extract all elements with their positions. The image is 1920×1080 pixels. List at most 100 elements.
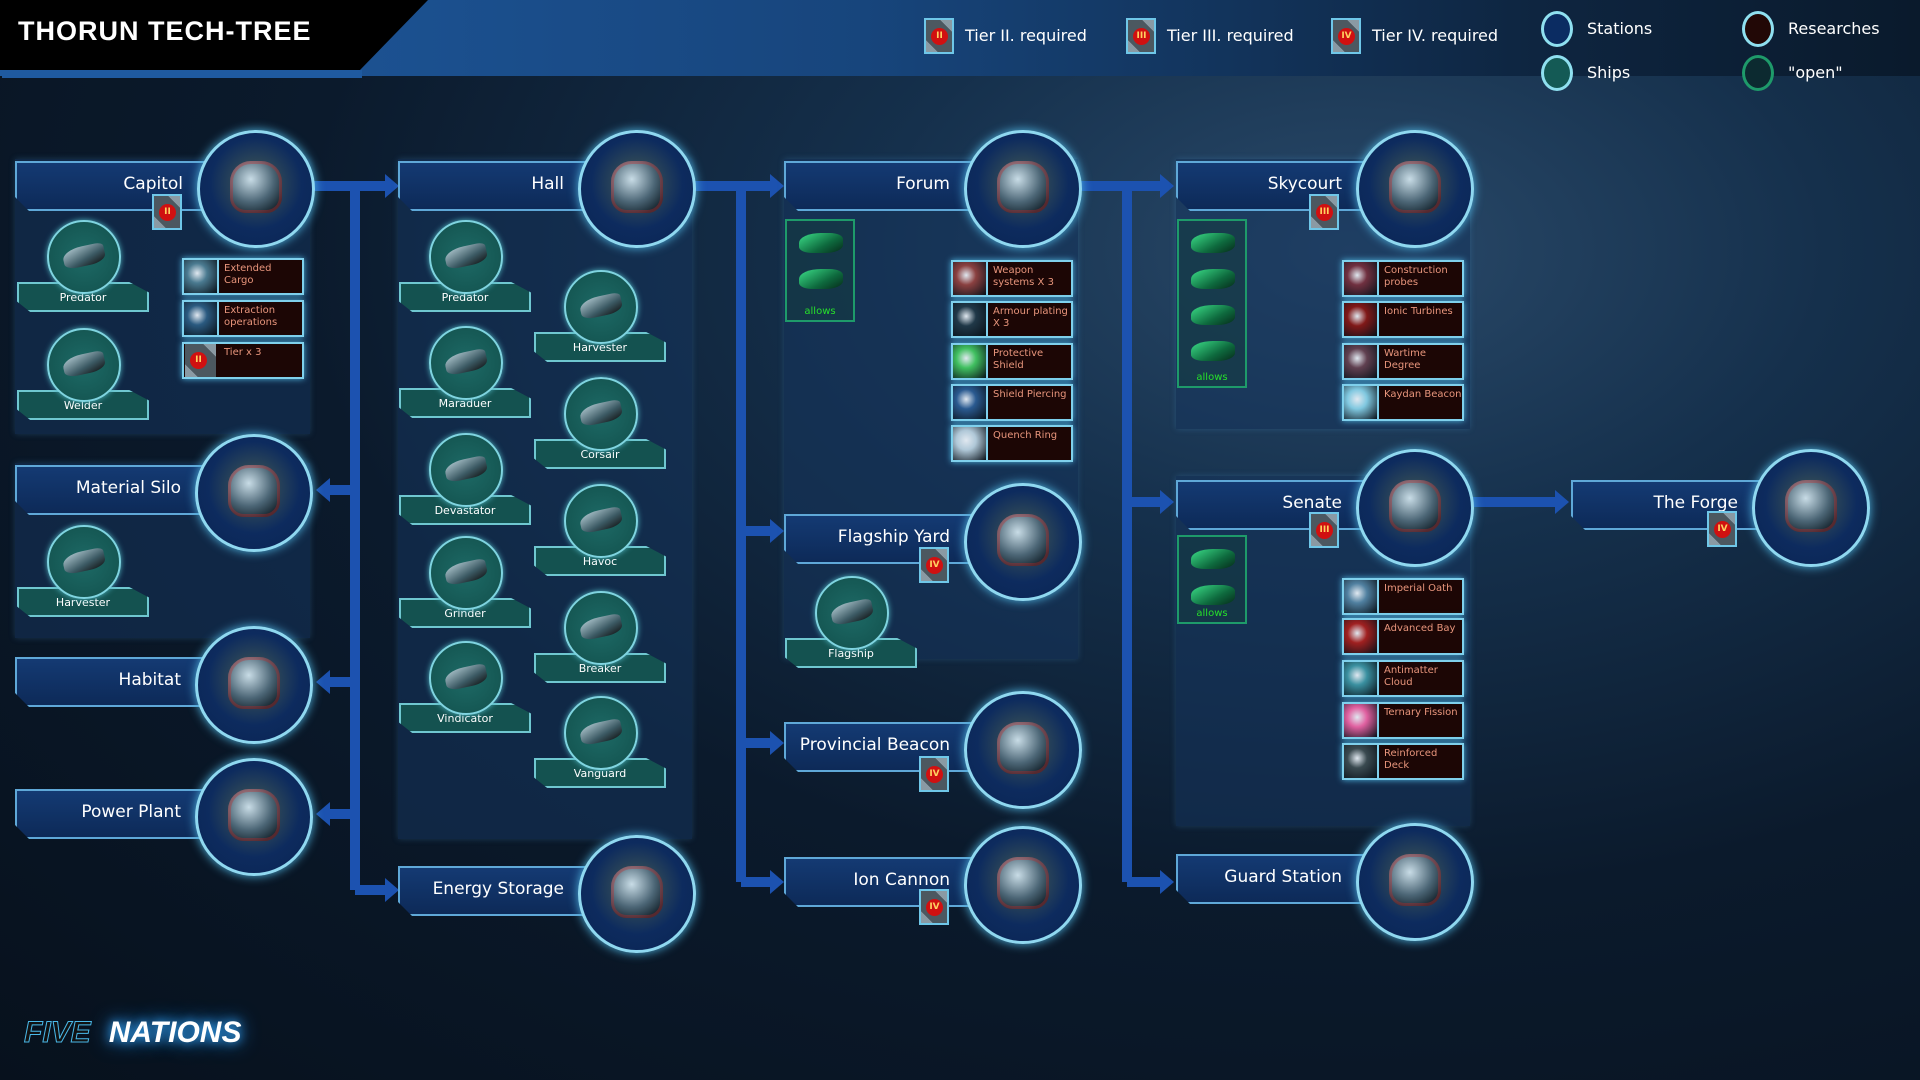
tier-numeral: II xyxy=(931,28,948,45)
station-capitol-image[interactable] xyxy=(197,130,315,248)
station-skycourt-image[interactable] xyxy=(1356,130,1474,248)
research-label: Construction probes xyxy=(1384,265,1448,288)
ship-maraduer[interactable] xyxy=(429,326,503,400)
research-icon xyxy=(953,386,988,419)
legend-type-label: Ships xyxy=(1587,63,1631,82)
research-reinforced-deck[interactable]: Reinforced Deck xyxy=(1342,743,1464,780)
ship-corsair[interactable] xyxy=(564,377,638,451)
research-icon xyxy=(1344,704,1379,737)
allowed-ship-icon xyxy=(799,233,843,253)
ship-breaker[interactable] xyxy=(564,591,638,665)
research-weapon-systems-x-3[interactable]: Weapon systems X 3 xyxy=(951,260,1073,297)
ship-vindicator[interactable] xyxy=(429,641,503,715)
research-icon xyxy=(1344,580,1379,613)
research-ternary-fission[interactable]: Ternary Fission xyxy=(1342,702,1464,739)
ship-harvester[interactable] xyxy=(47,525,121,599)
research-protective-shield[interactable]: Protective Shield xyxy=(951,343,1073,380)
allowed-ship-icon xyxy=(1191,305,1235,325)
ship-havoc[interactable] xyxy=(564,484,638,558)
ship-vanguard[interactable] xyxy=(564,696,638,770)
ship-flagship[interactable] xyxy=(815,576,889,650)
arrow-head-icon xyxy=(1160,174,1174,198)
research-icon xyxy=(1344,303,1379,336)
station-model-icon xyxy=(611,161,663,213)
arrow-head-icon xyxy=(1555,490,1569,514)
station-the-forge-image[interactable] xyxy=(1752,449,1870,567)
ship-harvester[interactable] xyxy=(564,270,638,344)
research-kaydan-beacon[interactable]: Kaydan Beacon xyxy=(1342,384,1464,421)
tier-badge-icon: IV xyxy=(919,547,949,583)
station-forum-image[interactable] xyxy=(964,130,1082,248)
ship-model-icon xyxy=(61,349,107,379)
tier-badge-icon: III xyxy=(1309,512,1339,548)
station-model-icon xyxy=(997,161,1049,213)
station-guard-station-image[interactable] xyxy=(1356,823,1474,941)
legend-swatch-icon xyxy=(1742,11,1774,47)
legend-tier-badge-icon: IV xyxy=(1331,18,1361,54)
research-armour-plating-x-3[interactable]: Armour plating X 3 xyxy=(951,301,1073,338)
research-label: Advanced Bay xyxy=(1384,623,1456,634)
ship-welder[interactable] xyxy=(47,328,121,402)
station-hall-image[interactable] xyxy=(578,130,696,248)
allowed-ship-icon xyxy=(1191,585,1235,605)
station-flagship-yard-image[interactable] xyxy=(964,483,1082,601)
research-label: Ionic Turbines xyxy=(1384,306,1453,317)
station-ion-cannon-image[interactable] xyxy=(964,826,1082,944)
research-imperial-oath[interactable]: Imperial Oath xyxy=(1342,578,1464,615)
logo-part-2: NATIONS xyxy=(108,1016,242,1049)
logo-part-1: FIVE xyxy=(24,1016,92,1050)
research-label: Extraction operations xyxy=(224,305,278,328)
station-provincial-beacon-image[interactable] xyxy=(964,691,1082,809)
ship-grinder[interactable] xyxy=(429,536,503,610)
tier-badge-icon: II xyxy=(185,344,216,377)
ship-predator[interactable] xyxy=(429,220,503,294)
ship-model-icon xyxy=(61,241,107,271)
research-tier-x-3[interactable]: II Tier x 3 xyxy=(182,342,304,379)
research-construction-probes[interactable]: Construction probes xyxy=(1342,260,1464,297)
research-icon xyxy=(953,262,988,295)
research-quench-ring[interactable]: Quench Ring xyxy=(951,425,1073,462)
ship-model-icon xyxy=(61,546,107,576)
station-senate-image[interactable] xyxy=(1356,449,1474,567)
tier-numeral: IV xyxy=(926,899,943,916)
ship-devastator[interactable] xyxy=(429,433,503,507)
research-antimatter-cloud[interactable]: Antimatter Cloud xyxy=(1342,660,1464,697)
research-extraction-operations[interactable]: Extraction operations xyxy=(182,300,304,337)
station-material-silo-image[interactable] xyxy=(195,434,313,552)
five-nations-logo: FIVE NATIONS xyxy=(24,1016,242,1050)
tier-numeral: IV xyxy=(1338,28,1355,45)
research-wartime-degree[interactable]: Wartime Degree xyxy=(1342,343,1464,380)
ship-model-icon xyxy=(578,505,624,535)
station-power-plant-image[interactable] xyxy=(195,758,313,876)
research-ionic-turbines[interactable]: Ionic Turbines xyxy=(1342,301,1464,338)
ship-model-icon xyxy=(443,662,489,692)
station-model-icon xyxy=(228,657,280,709)
research-icon xyxy=(1344,262,1379,295)
tier-numeral: II xyxy=(159,204,176,221)
station-model-icon xyxy=(228,465,280,517)
research-advanced-bay[interactable]: Advanced Bay xyxy=(1342,618,1464,655)
station-habitat-image[interactable] xyxy=(195,626,313,744)
research-icon xyxy=(953,427,988,460)
research-extended-cargo[interactable]: Extended Cargo xyxy=(182,258,304,295)
tier-badge-icon: IV xyxy=(919,756,949,792)
ship-predator[interactable] xyxy=(47,220,121,294)
research-shield-piercing[interactable]: Shield Piercing xyxy=(951,384,1073,421)
ship-model-icon xyxy=(443,557,489,587)
allowed-ship-icon xyxy=(1191,269,1235,289)
legend-tier-label: Tier III. required xyxy=(1167,26,1294,45)
research-label: Protective Shield xyxy=(993,348,1044,371)
research-label: Kaydan Beacon xyxy=(1384,389,1462,400)
tier-numeral: IV xyxy=(1714,521,1731,538)
legend-swatch-icon xyxy=(1742,55,1774,91)
tier-numeral: IV xyxy=(926,557,943,574)
allows-box: allows xyxy=(785,219,855,322)
station-label: Material Silo xyxy=(75,478,181,498)
station-label: Energy Storage xyxy=(432,879,564,899)
research-icon xyxy=(1344,745,1379,778)
ship-model-icon xyxy=(829,597,875,627)
research-label: Quench Ring xyxy=(993,430,1058,441)
station-label: Flagship Yard xyxy=(837,527,950,547)
station-energy-storage-image[interactable] xyxy=(578,835,696,953)
legend-swatch-icon xyxy=(1541,11,1573,47)
